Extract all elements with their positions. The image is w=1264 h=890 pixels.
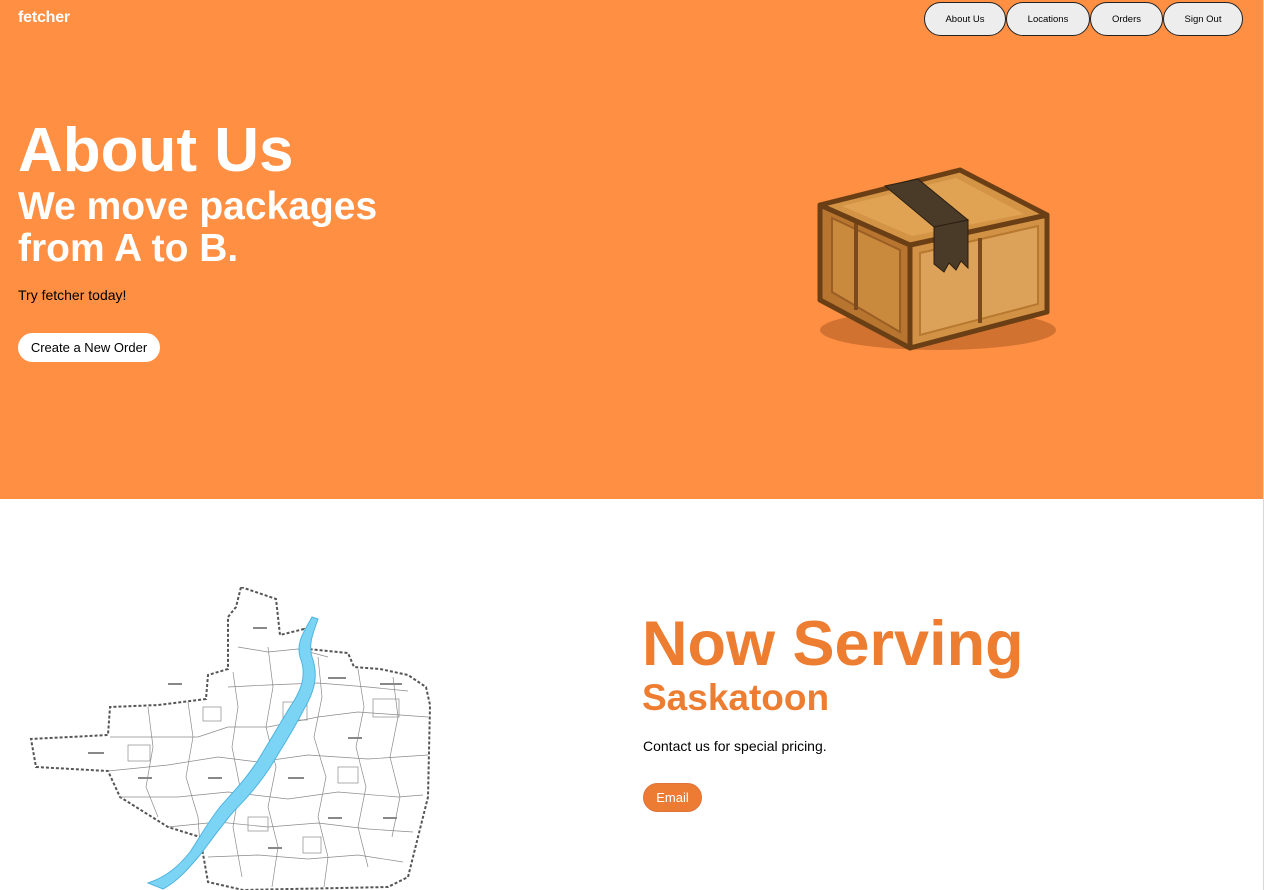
nav-about-us-button[interactable]: About Us <box>924 2 1006 36</box>
email-button[interactable]: Email <box>643 783 702 812</box>
serving-text: Contact us for special pricing. <box>643 738 827 754</box>
brand-logo[interactable]: fetcher <box>18 9 70 27</box>
page-title: About Us <box>18 116 294 185</box>
serving-section: Now Serving Saskatoon Contact us for spe… <box>0 499 1264 890</box>
create-new-order-button[interactable]: Create a New Order <box>18 333 160 362</box>
hero-section: fetcher About Us Locations Orders Sign O… <box>0 0 1264 499</box>
nav-orders-button[interactable]: Orders <box>1090 2 1163 36</box>
nav-sign-out-button[interactable]: Sign Out <box>1163 2 1243 36</box>
city-map-icon <box>28 585 438 890</box>
serving-city: Saskatoon <box>642 677 830 718</box>
serving-title: Now Serving <box>642 609 1024 679</box>
nav-locations-button[interactable]: Locations <box>1006 2 1090 36</box>
package-box-icon <box>810 160 1060 365</box>
hero-subtitle: We move packages from A to B. <box>18 185 378 270</box>
hero-text: Try fetcher today! <box>18 287 127 303</box>
top-nav: About Us Locations Orders Sign Out <box>924 2 1243 36</box>
